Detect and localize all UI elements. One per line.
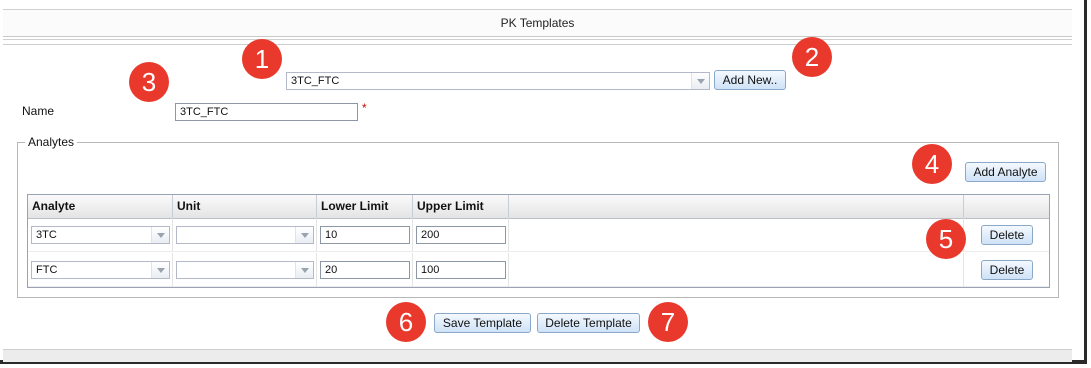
- column-header-upper-limit[interactable]: Upper Limit: [413, 195, 509, 218]
- annotation-badge-7: 7: [648, 302, 688, 342]
- delete-row-button[interactable]: Delete: [981, 260, 1033, 280]
- annotation-badge-6: 6: [386, 302, 426, 342]
- annotation-badge-3: 3: [129, 62, 169, 102]
- chevron-down-icon[interactable]: [295, 262, 313, 278]
- delete-template-button[interactable]: Delete Template: [537, 313, 640, 333]
- analyte-select-value: FTC: [36, 264, 58, 276]
- column-header-spacer: [509, 195, 964, 218]
- annotation-badge-2: 2: [792, 37, 832, 77]
- template-select-value: 3TC_FTC: [291, 75, 340, 87]
- column-header-unit[interactable]: Unit: [173, 195, 317, 218]
- analyte-select[interactable]: 3TC: [31, 226, 170, 244]
- annotation-badge-5: 5: [926, 219, 966, 259]
- header-divider: [3, 39, 1072, 40]
- upper-limit-input[interactable]: 200: [416, 226, 506, 244]
- grid-header: Analyte Unit Lower Limit Upper Limit: [28, 195, 1049, 219]
- annotation-badge-1: 1: [242, 39, 282, 79]
- table-row: FTC 20 100 Delete: [28, 253, 1049, 287]
- panel-header: PK Templates: [3, 9, 1072, 37]
- add-analyte-button[interactable]: Add Analyte: [965, 162, 1046, 182]
- template-select[interactable]: 3TC_FTC: [286, 72, 710, 90]
- chevron-down-icon[interactable]: [151, 262, 169, 278]
- analyte-select-value: 3TC: [36, 229, 57, 241]
- column-header-analyte[interactable]: Analyte: [28, 195, 173, 218]
- footer-strip: [3, 349, 1072, 362]
- table-row: 3TC 10 200 Delete: [28, 218, 1049, 252]
- analytes-grid: Analyte Unit Lower Limit Upper Limit 3TC…: [27, 194, 1050, 288]
- upper-limit-input[interactable]: 100: [416, 261, 506, 279]
- unit-select[interactable]: [176, 226, 314, 244]
- unit-select[interactable]: [176, 261, 314, 279]
- annotation-badge-4: 4: [912, 144, 952, 184]
- column-header-lower-limit[interactable]: Lower Limit: [317, 195, 413, 218]
- analyte-select[interactable]: FTC: [31, 261, 170, 279]
- column-header-actions: [964, 195, 1049, 218]
- add-new-button[interactable]: Add New..: [714, 70, 786, 90]
- lower-limit-input[interactable]: 20: [320, 261, 410, 279]
- chevron-down-icon[interactable]: [691, 73, 709, 89]
- header-divider-2: [3, 44, 1072, 45]
- name-field[interactable]: 3TC_FTC: [175, 103, 358, 121]
- chevron-down-icon[interactable]: [151, 227, 169, 243]
- name-label: Name: [22, 104, 55, 118]
- analytes-legend: Analytes: [25, 135, 78, 149]
- lower-limit-input[interactable]: 10: [320, 226, 410, 244]
- chevron-down-icon[interactable]: [295, 227, 313, 243]
- panel-title: PK Templates: [500, 16, 575, 30]
- save-template-button[interactable]: Save Template: [434, 313, 531, 333]
- required-marker: *: [362, 101, 367, 115]
- delete-row-button[interactable]: Delete: [981, 225, 1033, 245]
